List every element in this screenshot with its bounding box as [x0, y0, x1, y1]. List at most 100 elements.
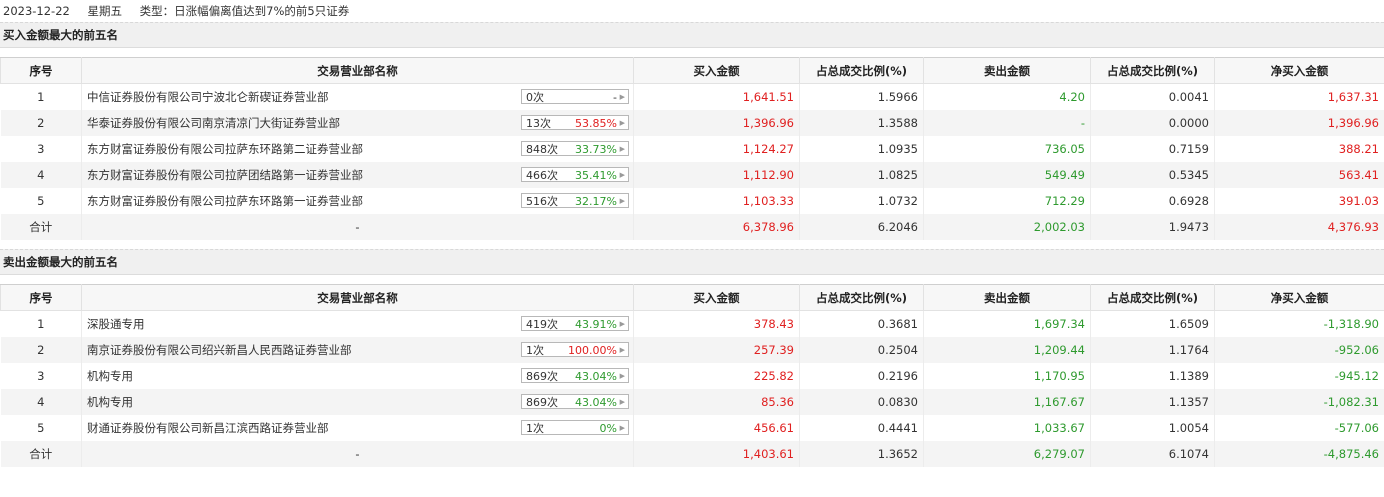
- buy-col-branch-name[interactable]: 交易营业部名称: [81, 57, 634, 84]
- total-sell-amount: 6,279.07: [923, 441, 1091, 467]
- listing-stats-badge[interactable]: 1次 100.00% ▶: [521, 342, 629, 357]
- row-index: 3: [0, 136, 82, 162]
- sell-table-row: 3 机构专用 869次 43.04% ▶ 225.82 0.2196 1,170.95 1.13…: [0, 363, 1384, 389]
- listing-stats-badge[interactable]: 419次 43.91% ▶: [521, 316, 629, 331]
- listing-stats-badge[interactable]: 13次 53.85% ▶: [521, 115, 629, 130]
- buy-amount: 85.36: [633, 389, 800, 415]
- buy-col-index[interactable]: 序号: [0, 57, 82, 84]
- date-text: 2023-12-22: [3, 4, 70, 18]
- net-buy-amount: -1,318.90: [1214, 310, 1384, 337]
- listing-stats-badge[interactable]: 1次 0% ▶: [521, 420, 629, 435]
- net-buy-amount: -577.06: [1214, 415, 1384, 441]
- branch-name-link[interactable]: 中信证券股份有限公司宁波北仑新碶证券营业部: [87, 90, 329, 104]
- win-rate: 35.41%: [575, 169, 617, 182]
- sell-amount: 1,033.67: [923, 415, 1091, 441]
- total-name: -: [81, 441, 634, 467]
- branch-name-link[interactable]: 华泰证券股份有限公司南京清凉门大街证券营业部: [87, 116, 340, 130]
- listing-count: 419次: [526, 318, 558, 331]
- listing-count: 466次: [526, 169, 558, 182]
- sell-col-index[interactable]: 序号: [0, 284, 82, 311]
- listing-count: 869次: [526, 396, 558, 409]
- buy-amount: 1,112.90: [633, 162, 800, 188]
- buy-total-row: 合计 -6,378.96 6.2046 2,002.03 1.9473 4,376.93: [0, 214, 1384, 240]
- buy-col-buy-ratio[interactable]: 占总成交比例(%): [799, 57, 924, 84]
- buy-table-row: 1 中信证券股份有限公司宁波北仑新碶证券营业部 0次 - ▶ 1,641.51 1.5966…: [0, 83, 1384, 110]
- row-index: 5: [0, 415, 82, 441]
- buy-amount: 1,103.33: [633, 188, 800, 214]
- buy-ratio: 1.5966: [799, 83, 924, 110]
- sell-ratio: 1.1357: [1090, 389, 1215, 415]
- sell-col-buy-amount[interactable]: 买入金额: [633, 284, 800, 311]
- buy-col-sell-amount[interactable]: 卖出金额: [923, 57, 1091, 84]
- listing-stats-badge[interactable]: 848次 33.73% ▶: [521, 141, 629, 156]
- listing-stats-badge[interactable]: 869次 43.04% ▶: [521, 368, 629, 383]
- listing-count: 0次: [526, 91, 544, 104]
- sell-header-row: 序号 交易营业部名称 买入金额 占总成交比例(%) 卖出金额 占总成交比例(%) 净买入金额: [0, 284, 1384, 311]
- row-index: 1: [0, 83, 82, 110]
- buy-ratio: 1.3588: [799, 110, 924, 136]
- branch-cell: 机构专用 869次 43.04% ▶: [81, 363, 634, 389]
- row-index: 5: [0, 188, 82, 214]
- branch-name-link[interactable]: 财通证券股份有限公司新昌江滨西路证券营业部: [87, 421, 329, 435]
- branch-cell: 财通证券股份有限公司新昌江滨西路证券营业部 1次 0% ▶: [81, 415, 634, 441]
- total-net-buy: 4,376.93: [1214, 214, 1384, 240]
- branch-name-link[interactable]: 深股通专用: [87, 317, 145, 331]
- net-buy-amount: 388.21: [1214, 136, 1384, 162]
- buy-amount: 1,124.27: [633, 136, 800, 162]
- sell-ratio: 1.0054: [1090, 415, 1215, 441]
- branch-name-link[interactable]: 机构专用: [87, 369, 133, 383]
- branch-cell: 东方财富证券股份有限公司拉萨东环路第二证券营业部 848次 33.73% ▶: [81, 136, 634, 162]
- branch-name-link[interactable]: 东方财富证券股份有限公司拉萨东环路第二证券营业部: [87, 142, 363, 156]
- sell-ratio: 0.0041: [1090, 83, 1215, 110]
- total-buy-amount: 1,403.61: [633, 441, 800, 467]
- listing-stats-badge[interactable]: 516次 32.17% ▶: [521, 193, 629, 208]
- buy-ratio: 0.2196: [799, 363, 924, 389]
- sell-section-title: 卖出金额最大的前五名: [0, 249, 1384, 275]
- listing-stats-badge[interactable]: 466次 35.41% ▶: [521, 167, 629, 182]
- branch-name-link[interactable]: 东方财富证券股份有限公司拉萨东环路第一证券营业部: [87, 194, 363, 208]
- buy-col-sell-ratio[interactable]: 占总成交比例(%): [1090, 57, 1215, 84]
- row-index: 1: [0, 310, 82, 337]
- sell-amount: 736.05: [923, 136, 1091, 162]
- net-buy-amount: 1,637.31: [1214, 83, 1384, 110]
- win-rate: 32.17%: [575, 195, 617, 208]
- expand-arrow-icon: ▶: [619, 424, 625, 432]
- total-sell-amount: 2,002.03: [923, 214, 1091, 240]
- sell-ratio: 0.7159: [1090, 136, 1215, 162]
- sell-col-sell-ratio[interactable]: 占总成交比例(%): [1090, 284, 1215, 311]
- sell-amount: 1,167.67: [923, 389, 1091, 415]
- sell-ratio: 1.1389: [1090, 363, 1215, 389]
- listing-stats-badge[interactable]: 869次 43.04% ▶: [521, 394, 629, 409]
- sell-col-branch-name[interactable]: 交易营业部名称: [81, 284, 634, 311]
- expand-arrow-icon: ▶: [619, 145, 625, 153]
- buy-amount: 1,396.96: [633, 110, 800, 136]
- sell-amount: 1,209.44: [923, 337, 1091, 363]
- buy-amount: 257.39: [633, 337, 800, 363]
- branch-name-link[interactable]: 南京证券股份有限公司绍兴新昌人民西路证券营业部: [87, 343, 352, 357]
- listing-count: 869次: [526, 370, 558, 383]
- total-sell-ratio: 1.9473: [1090, 214, 1215, 240]
- buy-table-row: 3 东方财富证券股份有限公司拉萨东环路第二证券营业部 848次 33.73% ▶ 1,12…: [0, 136, 1384, 162]
- net-buy-amount: -952.06: [1214, 337, 1384, 363]
- expand-arrow-icon: ▶: [619, 119, 625, 127]
- sell-col-buy-ratio[interactable]: 占总成交比例(%): [799, 284, 924, 311]
- buy-col-buy-amount[interactable]: 买入金额: [633, 57, 800, 84]
- buy-ratio: 0.0830: [799, 389, 924, 415]
- sell-col-sell-amount[interactable]: 卖出金额: [923, 284, 1091, 311]
- listing-stats-badge[interactable]: 0次 - ▶: [521, 89, 629, 104]
- info-bar: 2023-12-22 星期五 类型：日涨幅偏离值达到7%的前5只证券: [0, 0, 1384, 22]
- expand-arrow-icon: ▶: [619, 346, 625, 354]
- row-index: 2: [0, 110, 82, 136]
- buy-table: 序号 交易营业部名称 买入金额 占总成交比例(%) 卖出金额 占总成交比例(%) 净买入金额…: [0, 57, 1384, 240]
- sell-col-net-buy[interactable]: 净买入金额: [1214, 284, 1384, 311]
- total-buy-ratio: 6.2046: [799, 214, 924, 240]
- branch-cell: 东方财富证券股份有限公司拉萨东环路第一证券营业部 516次 32.17% ▶: [81, 188, 634, 214]
- branch-name-link[interactable]: 东方财富证券股份有限公司拉萨团结路第一证券营业部: [87, 168, 363, 182]
- total-buy-ratio: 1.3652: [799, 441, 924, 467]
- branch-name-link[interactable]: 机构专用: [87, 395, 133, 409]
- buy-col-net-buy[interactable]: 净买入金额: [1214, 57, 1384, 84]
- buy-header-row: 序号 交易营业部名称 买入金额 占总成交比例(%) 卖出金额 占总成交比例(%) 净买入金额: [0, 57, 1384, 84]
- buy-ratio: 1.0935: [799, 136, 924, 162]
- buy-table-row: 2 华泰证券股份有限公司南京清凉门大街证券营业部 13次 53.85% ▶ 1,396.9…: [0, 110, 1384, 136]
- sell-ratio: 1.1764: [1090, 337, 1215, 363]
